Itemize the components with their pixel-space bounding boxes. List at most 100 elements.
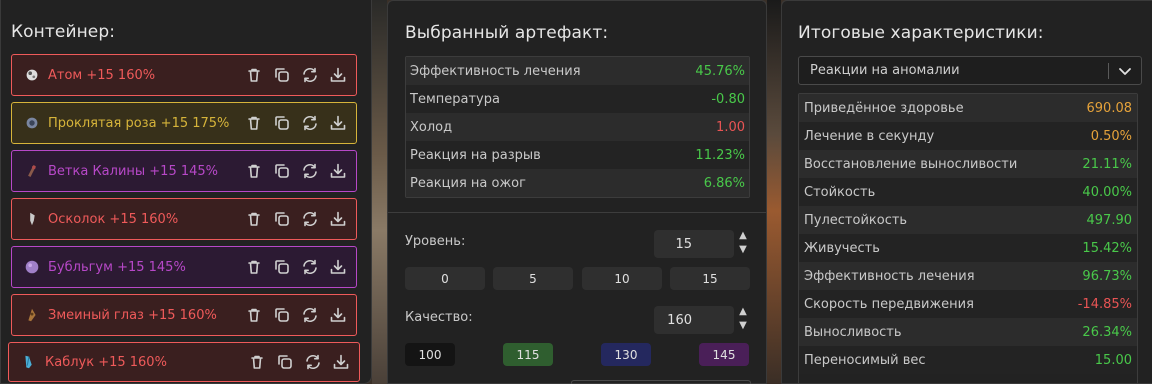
- artifact-title: Выбранный артефакт:: [405, 23, 609, 43]
- trash-icon[interactable]: [244, 113, 264, 133]
- quality-input[interactable]: 160: [654, 306, 734, 334]
- copy-icon[interactable]: [272, 161, 292, 181]
- trash-icon[interactable]: [247, 352, 267, 372]
- trash-icon[interactable]: [244, 65, 264, 85]
- container-item[interactable]: Бубльгум +15 145%: [11, 246, 357, 288]
- container-item[interactable]: Атом +15 160%: [11, 54, 357, 96]
- chevron-down-icon[interactable]: ▼: [739, 245, 747, 255]
- stat-row: Реакция на разрыв 11.23%: [406, 141, 749, 169]
- stat-name: Эффективность лечения: [804, 268, 975, 284]
- stat-value: -14.85%: [1077, 296, 1132, 312]
- trash-icon[interactable]: [244, 305, 264, 325]
- level-input[interactable]: 15: [654, 230, 734, 258]
- stat-name: Эффективность лечения: [410, 63, 581, 79]
- copy-icon[interactable]: [272, 65, 292, 85]
- container-item-label: Каблук +15 160%: [45, 354, 167, 370]
- copy-icon[interactable]: [275, 352, 295, 372]
- refresh-icon[interactable]: [300, 113, 320, 133]
- container-item-label: Змеиный глаз +15 160%: [48, 307, 217, 323]
- quality-preset-button[interactable]: 145: [699, 343, 749, 366]
- stat-value: 26.34%: [1082, 324, 1132, 340]
- item-actions: [247, 352, 351, 372]
- stat-name: Выносливость: [804, 324, 902, 340]
- viburnum-branch-icon: [22, 161, 42, 181]
- refresh-icon[interactable]: [300, 305, 320, 325]
- refresh-icon[interactable]: [300, 65, 320, 85]
- select-divider: [1108, 63, 1109, 79]
- next-field-partial: [571, 380, 751, 384]
- download-icon[interactable]: [328, 161, 348, 181]
- stat-name: Скорость передвижения: [804, 296, 974, 312]
- stat-row: Скорость передвижения -14.85%: [799, 290, 1137, 318]
- stat-value: 0.50%: [1090, 128, 1132, 144]
- stat-value: 21.11%: [1082, 156, 1132, 172]
- item-actions: [244, 209, 348, 229]
- download-icon[interactable]: [328, 209, 348, 229]
- item-actions: [244, 161, 348, 181]
- download-icon[interactable]: [328, 305, 348, 325]
- chevron-up-icon[interactable]: ▲: [739, 307, 747, 317]
- container-item[interactable]: Проклятая роза +15 175%: [11, 102, 357, 144]
- level-preset-button[interactable]: 10: [582, 267, 662, 290]
- heel-icon: [19, 352, 39, 372]
- level-label: Уровень:: [405, 234, 466, 249]
- stat-name: Переносимый вес: [804, 352, 926, 368]
- trash-icon[interactable]: [244, 161, 264, 181]
- stat-name: Температура: [410, 91, 500, 107]
- stats-filter-select[interactable]: Реакции на аномалии: [798, 56, 1142, 85]
- download-icon[interactable]: [328, 257, 348, 277]
- container-item[interactable]: Осколок +15 160%: [11, 198, 357, 240]
- stat-row: Переносимый вес 15.00: [799, 346, 1137, 374]
- download-icon[interactable]: [331, 352, 351, 372]
- level-preset-button[interactable]: 5: [493, 267, 573, 290]
- stat-row: Восстановление выносливости 21.11%: [799, 150, 1137, 178]
- stat-value: 15.42%: [1082, 240, 1132, 256]
- select-value: Реакции на аномалии: [810, 63, 960, 78]
- copy-icon[interactable]: [272, 113, 292, 133]
- container-panel: Контейнер: Атом +15 160% Проклятая роза +…: [0, 0, 372, 384]
- totals-panel: Итоговые характеристики: Реакции на аном…: [781, 0, 1152, 384]
- stat-row: Температура -0.80: [406, 85, 749, 113]
- refresh-icon[interactable]: [300, 209, 320, 229]
- quality-label: Качество:: [405, 310, 473, 325]
- quality-preset-button[interactable]: 130: [601, 343, 651, 366]
- stat-value: 690.08: [1086, 100, 1133, 116]
- container-item[interactable]: Каблук +15 160%: [8, 342, 360, 382]
- stat-row: Выносливость 26.34%: [799, 318, 1137, 346]
- container-item[interactable]: Ветка Калины +15 145%: [11, 150, 357, 192]
- quality-preset-button[interactable]: 115: [503, 343, 553, 366]
- trash-icon[interactable]: [244, 209, 264, 229]
- container-item[interactable]: Змеиный глаз +15 160%: [11, 294, 357, 336]
- refresh-icon[interactable]: [300, 257, 320, 277]
- download-icon[interactable]: [328, 65, 348, 85]
- refresh-icon[interactable]: [300, 161, 320, 181]
- level-preset-button[interactable]: 15: [670, 267, 750, 290]
- stat-name: Живучесть: [804, 240, 880, 256]
- chevron-down-icon[interactable]: ▼: [739, 321, 747, 331]
- copy-icon[interactable]: [272, 305, 292, 325]
- stat-row: Эффективность лечения 96.73%: [799, 262, 1137, 290]
- item-actions: [244, 305, 348, 325]
- copy-icon[interactable]: [272, 257, 292, 277]
- stat-row: Пулестойкость 497.90: [799, 206, 1137, 234]
- snake-eye-icon: [22, 305, 42, 325]
- trash-icon[interactable]: [244, 257, 264, 277]
- copy-icon[interactable]: [272, 209, 292, 229]
- refresh-icon[interactable]: [303, 352, 323, 372]
- stat-value: -0.80: [711, 91, 745, 107]
- stat-value: 11.23%: [695, 147, 745, 163]
- stat-row: Приведённое здоровье 690.08: [799, 94, 1137, 122]
- level-preset-button[interactable]: 0: [405, 267, 485, 290]
- chevron-down-icon[interactable]: [1117, 63, 1133, 79]
- stat-row: Стойкость 40.00%: [799, 178, 1137, 206]
- level-spinner[interactable]: ▲ ▼: [737, 231, 749, 255]
- chevron-up-icon[interactable]: ▲: [739, 231, 747, 241]
- stat-name: Реакция на ожог: [410, 175, 526, 191]
- atom-icon: [22, 65, 42, 85]
- quality-preset-button[interactable]: 100: [405, 343, 455, 366]
- artifact-panel: Выбранный артефакт: Эффективность лечени…: [387, 0, 945, 384]
- container-item-label: Проклятая роза +15 175%: [48, 115, 230, 131]
- quality-spinner[interactable]: ▲ ▼: [737, 307, 749, 331]
- stat-value: 40.00%: [1082, 184, 1132, 200]
- download-icon[interactable]: [328, 113, 348, 133]
